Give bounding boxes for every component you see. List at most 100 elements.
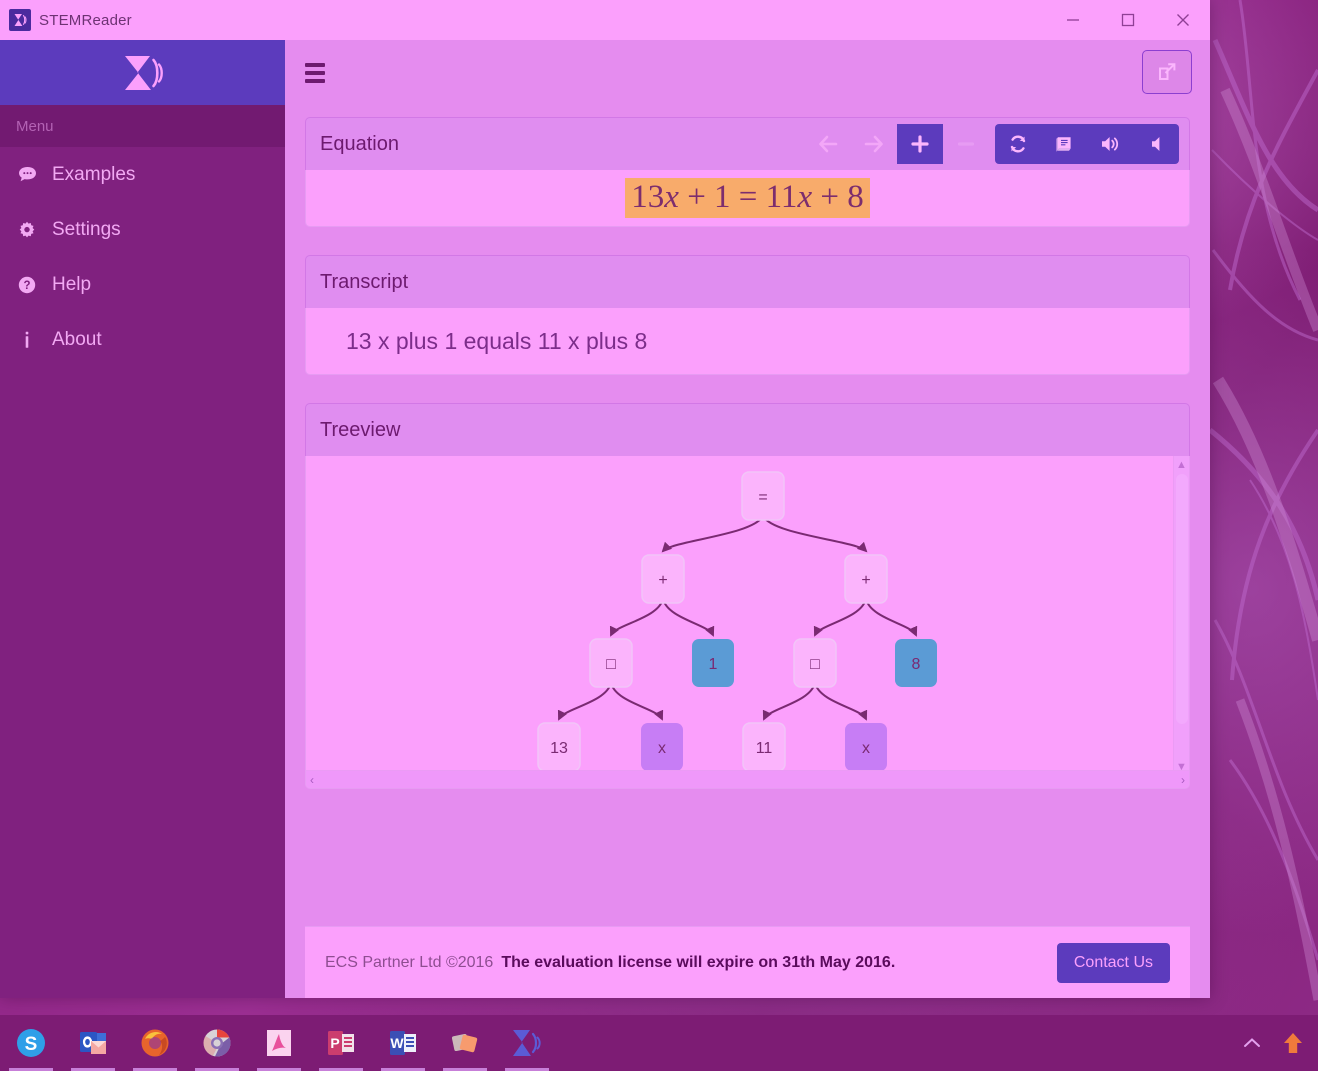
taskbar-item-acrobat[interactable] xyxy=(248,1015,310,1071)
sidebar: Menu Examples Settings ? Help About xyxy=(0,40,285,998)
firefox-icon xyxy=(141,1029,169,1057)
gear-icon xyxy=(18,221,48,239)
zoom-in-button[interactable] xyxy=(897,124,943,164)
volume-up-icon xyxy=(1102,137,1119,151)
taskbar-item-outlook[interactable] xyxy=(62,1015,124,1071)
mute-button[interactable] xyxy=(1133,124,1179,164)
treeview-body[interactable]: = + + □ 1 □ 8 13 x 11 x ▲ ▼ ‹ › xyxy=(305,456,1190,789)
tree-node-label: 8 xyxy=(912,656,921,673)
sidebar-item-examples[interactable]: Examples xyxy=(0,147,285,202)
taskbar-item-powerpoint[interactable]: P xyxy=(310,1015,372,1071)
hamburger-icon[interactable] xyxy=(305,58,335,88)
previous-equation-button[interactable] xyxy=(805,124,851,164)
treeview-vertical-scrollbar[interactable]: ▲ ▼ xyxy=(1173,456,1189,776)
scroll-right-arrow[interactable]: › xyxy=(1181,773,1185,787)
tree-node-label: 13 xyxy=(550,740,568,757)
chevron-up-icon[interactable]: ▲ xyxy=(1176,456,1187,474)
question-circle-icon: ? xyxy=(18,276,48,294)
taskbar-item-stemreader[interactable] xyxy=(496,1015,558,1071)
taskbar-item-chrome[interactable] xyxy=(186,1015,248,1071)
speak-button[interactable] xyxy=(1087,124,1133,164)
contact-us-button[interactable]: Contact Us xyxy=(1056,942,1170,983)
comment-icon xyxy=(18,166,48,183)
sidebar-item-label: About xyxy=(52,328,102,350)
tree-node[interactable]: □ xyxy=(793,638,837,688)
minimize-icon xyxy=(1066,19,1079,21)
transcript-text: 13 x plus 1 equals 11 x plus 8 xyxy=(346,327,648,354)
tree-node[interactable]: 1 xyxy=(692,639,734,687)
sidebar-item-label: Settings xyxy=(52,218,121,240)
dictionary-button[interactable] xyxy=(1041,124,1087,164)
treeview-horizontal-scrollbar[interactable]: ‹ › xyxy=(306,770,1189,788)
sidebar-item-settings[interactable]: Settings xyxy=(0,202,285,257)
content-area: Equation 13x + 1 = 11x + 8 Transcript 13… xyxy=(285,40,1210,998)
scrollbar-thumb[interactable] xyxy=(1176,474,1188,724)
sigma-sound-icon xyxy=(124,55,163,90)
outlook-icon xyxy=(80,1032,106,1054)
external-link-button[interactable] xyxy=(1142,50,1192,94)
sigma-sound-icon xyxy=(9,9,31,31)
tree-node[interactable]: x xyxy=(641,723,683,771)
refresh-button[interactable] xyxy=(995,124,1041,164)
content-topbar xyxy=(285,40,1210,105)
sigma-sound-icon xyxy=(513,1030,541,1056)
taskbar-item-skype[interactable]: S xyxy=(0,1015,62,1071)
tree-node[interactable]: □ xyxy=(589,638,633,688)
close-icon xyxy=(1176,14,1189,26)
tree-node-label: 1 xyxy=(709,656,718,673)
refresh-icon xyxy=(1010,135,1026,153)
transcript-body: 13 x plus 1 equals 11 x plus 8 xyxy=(305,308,1190,375)
tree-edge xyxy=(610,682,664,721)
scroll-left-arrow[interactable]: ‹ xyxy=(310,773,314,787)
minimize-button[interactable] xyxy=(1045,0,1100,40)
sidebar-item-about[interactable]: About xyxy=(0,312,285,367)
maximize-button[interactable] xyxy=(1100,0,1155,40)
tree-node[interactable]: = xyxy=(741,471,785,521)
tree-node[interactable]: 13 xyxy=(537,722,581,772)
powerpoint-icon: P xyxy=(328,1031,354,1055)
tree-node-label: = xyxy=(758,489,767,506)
tree-edge xyxy=(813,598,867,637)
taskbar-item-photos[interactable] xyxy=(434,1015,496,1071)
zoom-out-button[interactable] xyxy=(943,124,989,164)
tree-node-label: x xyxy=(862,740,870,757)
transcript-panel-title: Transcript xyxy=(320,270,409,293)
sidebar-brand[interactable] xyxy=(0,40,285,105)
tree-node-label: + xyxy=(861,572,870,589)
tree-node-label: □ xyxy=(606,656,616,673)
expression-tree[interactable]: = + + □ 1 □ 8 13 x 11 x xyxy=(306,456,1182,776)
treeview-panel: Treeview = + + □ 1 □ 8 13 x 11 x ▲ ▼ ‹ › xyxy=(305,403,1190,789)
close-button[interactable] xyxy=(1155,0,1210,40)
treeview-panel-title: Treeview xyxy=(320,418,401,441)
show-hidden-icons-button[interactable] xyxy=(1242,1036,1262,1050)
equation-display[interactable]: 13x + 1 = 11x + 8 xyxy=(305,170,1190,227)
svg-text:P: P xyxy=(330,1035,339,1051)
word-icon: W xyxy=(390,1031,416,1055)
taskbar-item-firefox[interactable] xyxy=(124,1015,186,1071)
tree-node[interactable]: 11 xyxy=(742,722,786,772)
tree-node[interactable]: + xyxy=(844,554,888,604)
sidebar-item-help[interactable]: ? Help xyxy=(0,257,285,312)
action-group xyxy=(995,124,1179,164)
window-controls xyxy=(1045,0,1210,40)
arrow-left-icon xyxy=(819,135,838,153)
minus-icon xyxy=(957,142,975,146)
tree-node[interactable]: + xyxy=(641,554,685,604)
tree-node-label: x xyxy=(658,740,666,757)
tree-node[interactable]: 8 xyxy=(895,639,937,687)
next-equation-button[interactable] xyxy=(851,124,897,164)
window-titlebar[interactable]: STEMReader xyxy=(0,0,1210,40)
tree-edge xyxy=(609,598,664,637)
skype-icon: S xyxy=(17,1029,45,1057)
update-arrow-button[interactable] xyxy=(1282,1031,1304,1055)
transcript-panel-header: Transcript xyxy=(305,255,1190,308)
tree-edge xyxy=(661,515,764,553)
window-body: Menu Examples Settings ? Help About Equa… xyxy=(0,40,1210,998)
treeview-panel-header: Treeview xyxy=(305,403,1190,456)
sidebar-item-label: Examples xyxy=(52,163,136,185)
window-title: STEMReader xyxy=(39,11,132,29)
taskbar-item-word[interactable]: W xyxy=(372,1015,434,1071)
footer-license-notice: The evaluation license will expire on 31… xyxy=(501,953,896,971)
adobe-acrobat-icon xyxy=(267,1030,291,1056)
tree-node[interactable]: x xyxy=(845,723,887,771)
